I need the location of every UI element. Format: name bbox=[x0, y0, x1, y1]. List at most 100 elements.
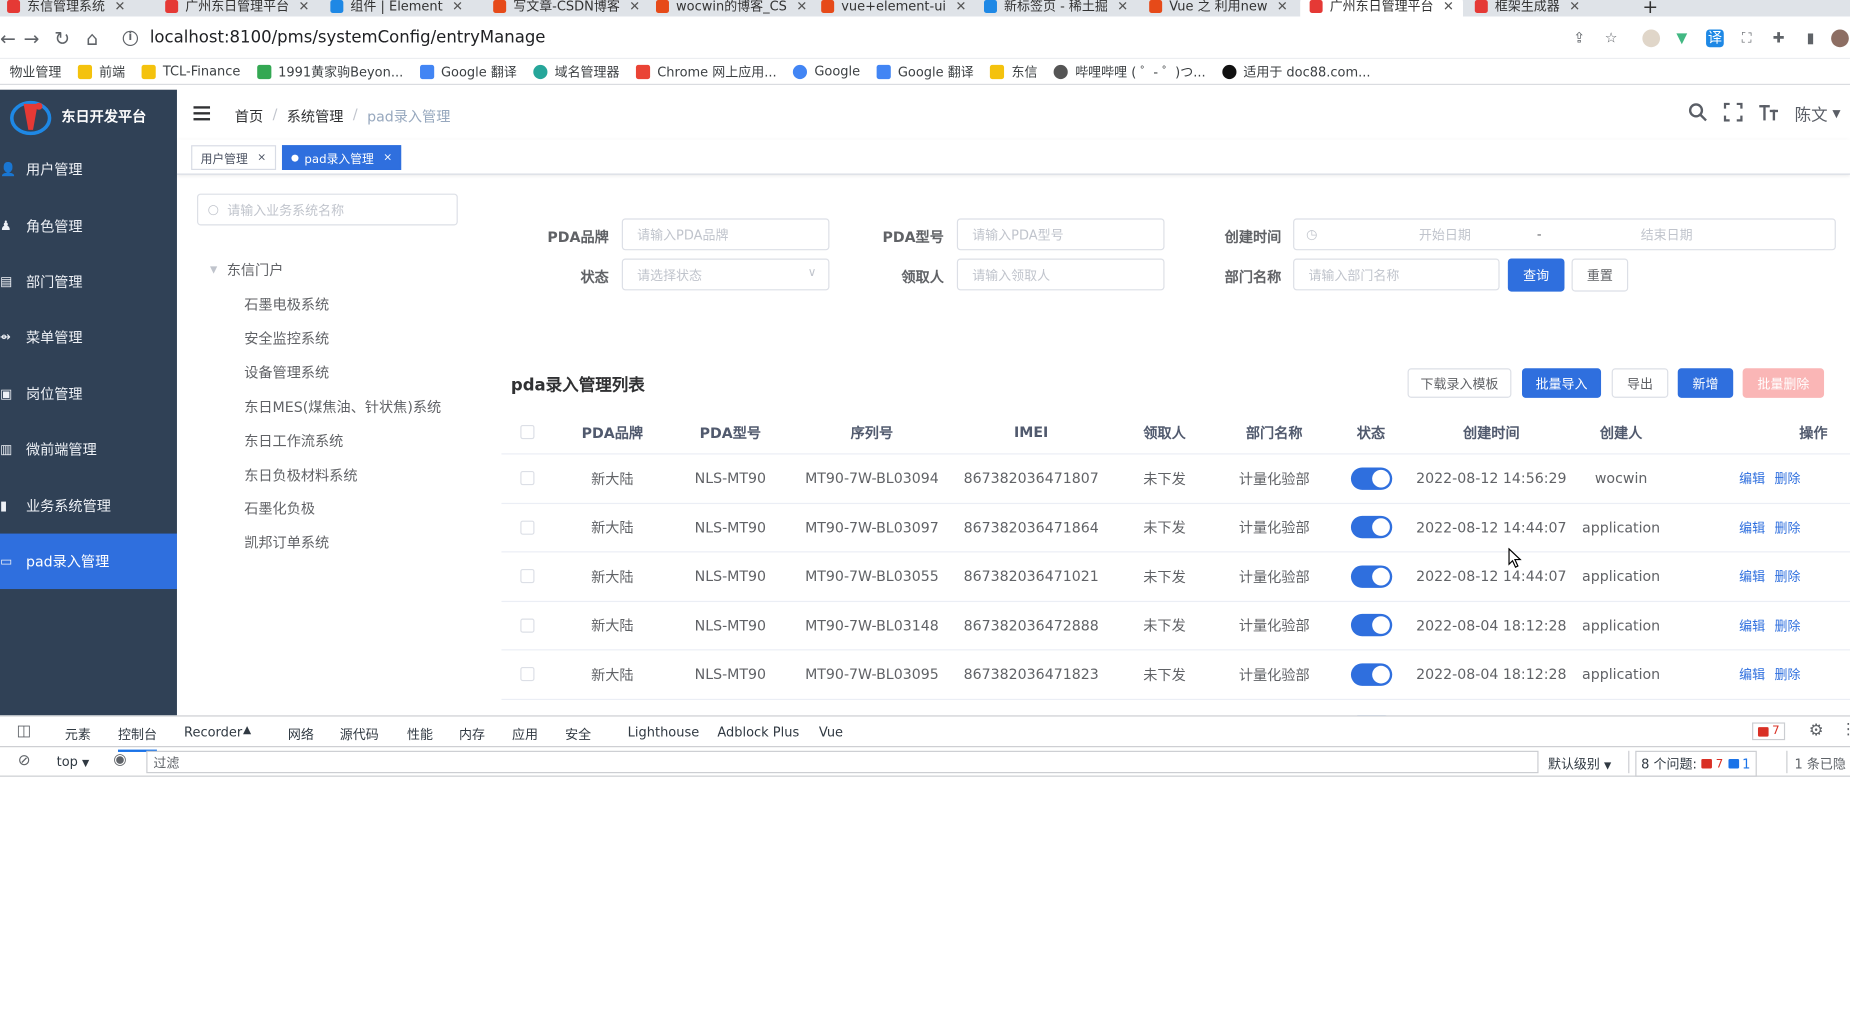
row-checkbox[interactable] bbox=[513, 552, 541, 600]
row-checkbox[interactable] bbox=[513, 650, 541, 698]
bookmark-item[interactable]: Google bbox=[793, 64, 860, 79]
sidebar-item-6[interactable]: ▮ 业务系统管理 bbox=[0, 477, 177, 533]
sidebar-item-4[interactable]: ▣ 岗位管理 bbox=[0, 365, 177, 421]
device-toggle-icon[interactable]: ◫ bbox=[17, 722, 32, 740]
export-button[interactable]: 导出 bbox=[1611, 368, 1669, 398]
brand-input[interactable]: 请输入PDA品牌 bbox=[621, 218, 830, 251]
close-icon[interactable]: ✕ bbox=[299, 0, 310, 14]
row-checkbox[interactable] bbox=[513, 601, 541, 649]
browser-tab[interactable]: 东信管理系统 ✕ bbox=[7, 0, 125, 17]
info-icon[interactable]: i bbox=[122, 30, 139, 46]
font-size-icon[interactable] bbox=[1759, 103, 1779, 127]
tree-node[interactable]: 石墨电极系统 bbox=[244, 294, 329, 314]
tree-node[interactable]: 东日工作流系统 bbox=[244, 430, 343, 450]
puzzle-icon[interactable]: ✚ bbox=[1770, 30, 1788, 48]
tree-node[interactable]: 东日MES(煤焦油、针状焦)系统 bbox=[244, 396, 441, 416]
tree-node[interactable]: 凯邦订单系统 bbox=[244, 533, 329, 553]
query-button[interactable]: 查询 bbox=[1507, 258, 1565, 292]
receiver-input[interactable]: 请输入领取人 bbox=[956, 258, 1165, 291]
fullscreen-icon[interactable] bbox=[1723, 102, 1743, 127]
devtools-tab[interactable]: Lighthouse bbox=[628, 725, 700, 740]
browser-tab[interactable]: 新标签页 - 稀土掘 ✕ bbox=[983, 0, 1128, 17]
bookmark-item[interactable]: Google 翻译 bbox=[876, 62, 974, 81]
sidepanel-icon[interactable]: ▮ bbox=[1802, 30, 1820, 48]
status-switch[interactable] bbox=[1327, 552, 1414, 600]
close-icon[interactable]: ✕ bbox=[955, 0, 966, 14]
eye-icon[interactable]: ◉ bbox=[113, 751, 126, 769]
home-icon[interactable]: ⌂ bbox=[86, 27, 98, 49]
devtools-tab[interactable]: Recorder bbox=[184, 725, 242, 740]
reload-icon[interactable]: ↻ bbox=[54, 27, 70, 49]
delete-link[interactable]: 删除 bbox=[1774, 469, 1800, 488]
browser-tab[interactable]: 广州东日管理平台 ✕ bbox=[165, 0, 309, 17]
browser-tab[interactable]: 组件 | Element ✕ bbox=[330, 0, 463, 17]
tree-node[interactable]: 安全监控系统 bbox=[244, 328, 329, 348]
back-icon[interactable]: ← bbox=[0, 27, 16, 49]
close-icon[interactable]: ✕ bbox=[1443, 0, 1454, 14]
issues-button[interactable]: 8 个问题: 7 1 bbox=[1635, 750, 1757, 777]
bookmark-folder[interactable]: 前端 bbox=[77, 62, 125, 81]
breadcrumb-home[interactable]: 首页 bbox=[235, 106, 263, 126]
share-icon[interactable]: ⇪ bbox=[1570, 30, 1588, 48]
browser-tab[interactable]: vue+element-ui ✕ bbox=[821, 0, 966, 17]
download-template-button[interactable]: 下载录入模板 bbox=[1407, 368, 1512, 398]
tree-node[interactable]: 东日负极材料系统 bbox=[244, 465, 357, 485]
close-icon[interactable]: ✕ bbox=[1117, 0, 1128, 14]
batch-import-button[interactable]: 批量导入 bbox=[1522, 368, 1602, 398]
more-vertical-icon[interactable]: ⋮ bbox=[1841, 721, 1850, 739]
bookmark-folder[interactable]: TCL-Finance bbox=[141, 64, 240, 79]
reset-button[interactable]: 重置 bbox=[1571, 258, 1629, 292]
delete-link[interactable]: 删除 bbox=[1774, 616, 1800, 635]
tag-pad-manage[interactable]: pad录入管理 × bbox=[281, 145, 402, 170]
row-checkbox[interactable] bbox=[513, 503, 541, 551]
settings-gear-icon[interactable]: ⚙ bbox=[1809, 721, 1824, 740]
row-checkbox[interactable] bbox=[513, 454, 541, 502]
bookmark-star-icon[interactable]: ☆ bbox=[1602, 30, 1620, 48]
devtools-tab[interactable]: Adblock Plus bbox=[717, 725, 799, 740]
caret-down-icon[interactable]: ▼ bbox=[210, 264, 217, 275]
bookmark-item[interactable]: 哔哩哔哩 ( ゜- ゜)つ... bbox=[1053, 62, 1206, 81]
bookmark-item[interactable]: Google 翻译 bbox=[419, 62, 517, 81]
clear-console-icon[interactable]: ⊘ bbox=[18, 752, 31, 770]
status-switch[interactable] bbox=[1327, 454, 1414, 502]
delete-link[interactable]: 删除 bbox=[1774, 665, 1800, 684]
tree-node[interactable]: 石墨化负极 bbox=[244, 499, 315, 519]
sidebar-item-7[interactable]: ▭ pad录入管理 bbox=[0, 533, 177, 590]
batch-delete-button[interactable]: 批量删除 bbox=[1742, 368, 1825, 398]
tree-search-input[interactable]: ○ 请输入业务系统名称 bbox=[197, 193, 458, 226]
close-icon[interactable]: × bbox=[257, 152, 266, 164]
sidebar-item-5[interactable]: ▥ 微前端管理 bbox=[0, 421, 177, 477]
close-icon[interactable]: ✕ bbox=[796, 0, 807, 14]
browser-tab[interactable]: 框架生成器 ✕ bbox=[1474, 0, 1580, 17]
status-switch[interactable] bbox=[1327, 601, 1414, 649]
devtools-tab[interactable]: 源代码 bbox=[340, 725, 379, 744]
new-tab-icon[interactable]: + bbox=[1642, 0, 1658, 17]
edit-link[interactable]: 编辑 bbox=[1739, 665, 1765, 684]
delete-link[interactable]: 删除 bbox=[1774, 518, 1800, 537]
bookmark-item[interactable]: 适用于 doc88.com... bbox=[1222, 62, 1370, 81]
url-field[interactable]: i localhost:8100/pms/systemConfig/entryM… bbox=[122, 22, 1562, 53]
browser-tab-active[interactable]: 广州东日管理平台 ✕ bbox=[1300, 0, 1464, 17]
caret-down-icon[interactable]: ▼ bbox=[1832, 109, 1840, 121]
select-all-checkbox[interactable] bbox=[513, 411, 541, 453]
log-level-select[interactable]: 默认级别 ▼ bbox=[1548, 754, 1611, 773]
date-range-picker[interactable]: ◷ 开始日期 - 结束日期 bbox=[1293, 218, 1836, 251]
bookmark-folder[interactable]: 东信 bbox=[990, 62, 1037, 81]
tree-node[interactable]: 设备管理系统 bbox=[244, 362, 329, 382]
model-input[interactable]: 请输入PDA型号 bbox=[956, 218, 1165, 251]
add-button[interactable]: 新增 bbox=[1677, 368, 1734, 398]
devtools-tab[interactable]: 安全 bbox=[565, 725, 591, 744]
sidebar-item-3[interactable]: ⇴ 菜单管理 bbox=[0, 309, 177, 365]
error-count-badge[interactable]: 7 bbox=[1752, 722, 1786, 741]
edit-link[interactable]: 编辑 bbox=[1739, 616, 1765, 635]
close-icon[interactable]: × bbox=[383, 152, 392, 164]
screenshot-icon[interactable]: ⛶ bbox=[1738, 30, 1756, 48]
close-icon[interactable]: ✕ bbox=[1277, 0, 1288, 14]
translate-extension-icon[interactable]: 译 bbox=[1706, 29, 1724, 48]
edit-link[interactable]: 编辑 bbox=[1739, 518, 1765, 537]
end-date-input[interactable]: 结束日期 bbox=[1619, 225, 1713, 244]
user-name[interactable]: 陈文 bbox=[1795, 103, 1828, 127]
dept-input[interactable]: 请输入部门名称 bbox=[1293, 258, 1500, 291]
devtools-tab[interactable]: 元素 bbox=[65, 725, 91, 744]
status-switch[interactable] bbox=[1327, 503, 1414, 551]
